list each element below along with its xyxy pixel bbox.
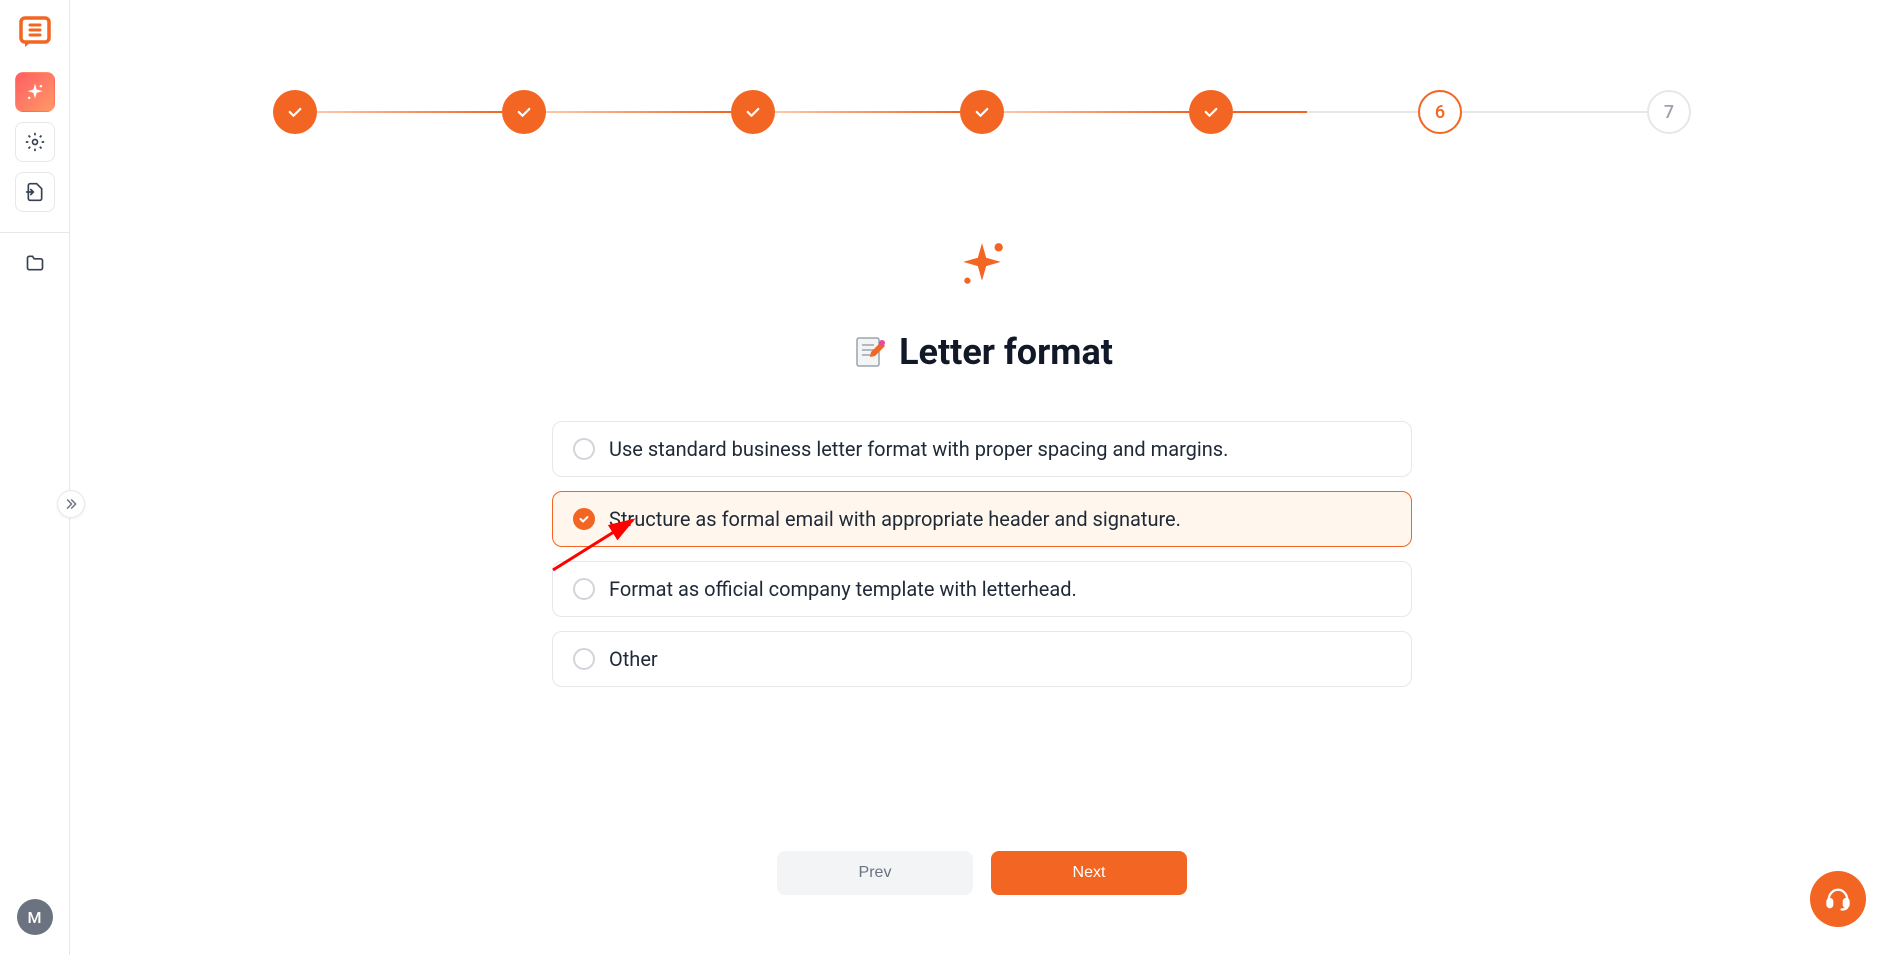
option-label: Structure as formal email with appropria… <box>609 507 1181 531</box>
prev-button[interactable]: Prev <box>777 851 973 895</box>
sidebar: M <box>0 0 70 955</box>
page-title: Letter format <box>899 331 1113 373</box>
headset-icon <box>1824 885 1852 913</box>
radio-icon-selected <box>573 508 595 530</box>
progress-stepper: 6 7 <box>273 90 1691 134</box>
sidebar-item-settings[interactable] <box>15 122 55 162</box>
step-1[interactable] <box>273 90 317 134</box>
option-label: Use standard business letter format with… <box>609 437 1228 461</box>
radio-icon <box>573 648 595 670</box>
option-label: Format as official company template with… <box>609 577 1077 601</box>
step-7[interactable]: 7 <box>1647 90 1691 134</box>
sparkle-icon <box>25 82 45 102</box>
option-standard-business[interactable]: Use standard business letter format with… <box>552 421 1412 477</box>
option-label: Other <box>609 647 658 671</box>
step-line-5 <box>1233 111 1418 113</box>
radio-icon <box>573 438 595 460</box>
page-title-row: Letter format <box>851 331 1113 373</box>
sidebar-item-document[interactable] <box>15 172 55 212</box>
next-button[interactable]: Next <box>991 851 1187 895</box>
folder-icon <box>25 253 45 273</box>
step-number: 7 <box>1664 102 1674 123</box>
step-line-3 <box>775 111 960 113</box>
check-icon <box>973 103 991 121</box>
main-content: 6 7 Letter format Use standard business … <box>70 0 1894 955</box>
step-3[interactable] <box>731 90 775 134</box>
settings-icon <box>25 132 45 152</box>
check-icon <box>286 103 304 121</box>
sidebar-expand-toggle[interactable] <box>57 490 85 518</box>
option-company-template[interactable]: Format as official company template with… <box>552 561 1412 617</box>
document-icon <box>25 182 45 202</box>
step-line-1 <box>317 111 502 113</box>
app-logo[interactable] <box>15 12 55 52</box>
step-2[interactable] <box>502 90 546 134</box>
letter-document-icon <box>851 334 887 370</box>
step-4[interactable] <box>960 90 1004 134</box>
step-6[interactable]: 6 <box>1418 90 1462 134</box>
step-line-2 <box>546 111 731 113</box>
check-icon <box>744 103 762 121</box>
help-button[interactable] <box>1810 871 1866 927</box>
option-formal-email[interactable]: Structure as formal email with appropria… <box>552 491 1412 547</box>
sidebar-item-sparkle[interactable] <box>15 72 55 112</box>
nav-buttons: Prev Next <box>777 851 1187 895</box>
option-other[interactable]: Other <box>552 631 1412 687</box>
sidebar-divider <box>0 232 69 233</box>
step-5[interactable] <box>1189 90 1233 134</box>
page-sparkle-icon <box>957 239 1007 293</box>
check-icon <box>578 513 590 525</box>
radio-icon <box>573 578 595 600</box>
avatar-letter: M <box>28 908 42 927</box>
step-number: 6 <box>1435 102 1445 123</box>
check-icon <box>515 103 533 121</box>
user-avatar[interactable]: M <box>17 899 53 935</box>
sidebar-item-folder[interactable] <box>15 243 55 283</box>
chevron-right-double-icon <box>64 497 78 511</box>
step-line-4 <box>1004 111 1189 113</box>
options-list: Use standard business letter format with… <box>552 421 1412 687</box>
logo-e-icon <box>17 14 53 50</box>
step-line-6 <box>1462 111 1647 113</box>
check-icon <box>1202 103 1220 121</box>
